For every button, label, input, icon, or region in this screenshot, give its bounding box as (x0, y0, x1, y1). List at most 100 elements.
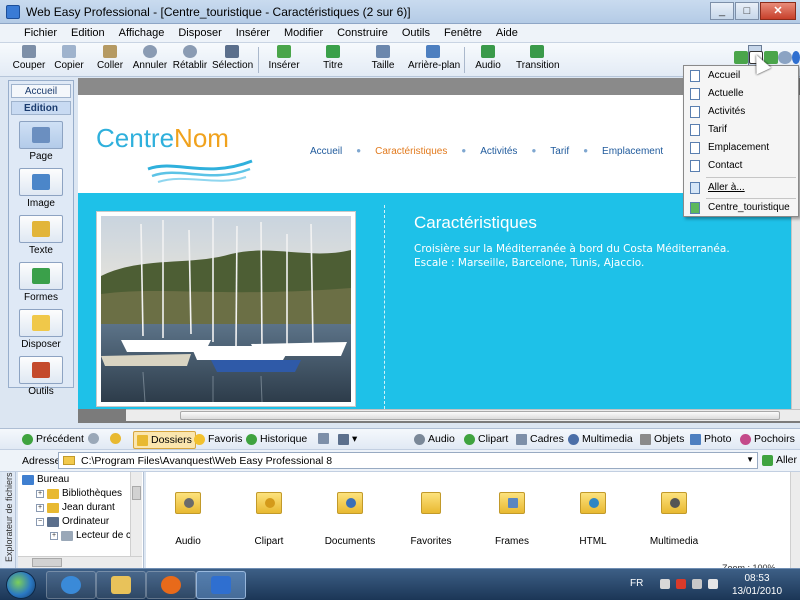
up-folder-button[interactable] (110, 433, 121, 444)
image-tool-button[interactable] (19, 168, 63, 196)
view-mode-button[interactable]: ▾ (338, 433, 357, 445)
selection-button[interactable]: Sélection (212, 45, 253, 75)
menu-modifier[interactable]: Modifier (277, 27, 330, 39)
objects-library-button[interactable]: Objets (640, 433, 684, 445)
redo-button[interactable]: Rétablir (172, 45, 208, 75)
menu-edition[interactable]: Edition (64, 27, 112, 39)
minimize-button[interactable]: _ (710, 2, 734, 20)
start-button[interactable] (6, 571, 36, 599)
content-title[interactable]: Caractéristiques (414, 213, 537, 233)
folder-item-audio[interactable]: Audio (148, 492, 228, 547)
menu-project[interactable]: Centre_touristique (684, 199, 798, 217)
menu-aide[interactable]: Aide (489, 27, 525, 39)
paste-button[interactable]: Coller (94, 45, 126, 75)
panel-item-page[interactable]: Page (9, 121, 73, 162)
transition-button[interactable]: Transition (516, 45, 560, 75)
menu-fichier[interactable]: Fichier (8, 27, 64, 39)
arrange-tool-button[interactable] (19, 309, 63, 337)
tab-accueil[interactable]: Accueil (11, 84, 71, 98)
chevron-down-icon[interactable]: ▼ (746, 455, 754, 464)
menu-affichage[interactable]: Affichage (112, 27, 172, 39)
folder-item-clipart[interactable]: Clipart (229, 492, 309, 547)
taskbar-explorer[interactable] (96, 571, 146, 599)
volume-icon[interactable] (708, 579, 718, 589)
action-center-icon[interactable] (676, 579, 686, 589)
taskbar-web-easy[interactable] (196, 571, 246, 599)
menu-page-accueil[interactable]: Accueil (684, 67, 798, 85)
tree-item-bureau[interactable]: Bureau (22, 474, 69, 485)
tools-tool-button[interactable] (19, 356, 63, 384)
language-indicator[interactable]: FR (630, 578, 643, 589)
collapse-icon[interactable]: − (36, 517, 44, 526)
expand-icon[interactable]: + (36, 503, 44, 512)
multimedia-library-button[interactable]: Multimedia (568, 433, 633, 445)
menu-page-actuelle[interactable]: Actuelle (684, 85, 798, 103)
nav-accueil[interactable]: Accueil (310, 146, 342, 157)
photo-frame[interactable] (96, 211, 356, 407)
site-logo[interactable]: CentreNom (96, 123, 229, 154)
nav-caracteristiques[interactable]: Caractéristiques (375, 146, 447, 157)
undo-button[interactable]: Annuler (132, 45, 168, 75)
tree-horizontal-scrollbar[interactable] (18, 556, 142, 568)
menu-fenetre[interactable]: Fenêtre (437, 27, 489, 39)
close-button[interactable]: ✕ (760, 2, 796, 20)
explorer-side-tab[interactable]: Explorateur de fichiers (2, 472, 16, 568)
tab-edition[interactable]: Edition (11, 101, 71, 115)
file-list-scrollbar[interactable] (790, 472, 800, 568)
system-clock[interactable]: 08:53 13/01/2010 (730, 572, 784, 598)
address-input[interactable]: C:\Program Files\Avanquest\Web Easy Prof… (58, 452, 758, 469)
title-button[interactable]: Titre (318, 45, 348, 75)
copy-button[interactable]: Copier (52, 45, 86, 75)
shapes-tool-button[interactable] (19, 262, 63, 290)
menu-goto[interactable]: Aller à... (684, 179, 798, 197)
nav-emplacement[interactable]: Emplacement (602, 146, 663, 157)
size-button[interactable]: Taille (366, 45, 400, 75)
folder-item-frames[interactable]: Frames (472, 492, 552, 547)
tree-item-lecteur[interactable]: + Lecteur de c (50, 530, 131, 541)
tree-item-ordinateur[interactable]: − Ordinateur (36, 516, 109, 527)
expand-icon[interactable]: + (36, 489, 44, 498)
scrollbar-thumb[interactable] (180, 411, 780, 420)
stencils-library-button[interactable]: Pochoirs (740, 433, 795, 445)
panel-item-arrange[interactable]: Disposer (9, 309, 73, 350)
nav-tarif[interactable]: Tarif (550, 146, 569, 157)
panel-item-shapes[interactable]: Formes (9, 262, 73, 303)
history-button[interactable]: Historique (246, 433, 307, 445)
taskbar-media-player[interactable] (146, 571, 196, 599)
folder-item-documents[interactable]: Documents (310, 492, 390, 547)
tree-vertical-scrollbar[interactable] (130, 472, 142, 556)
insert-button[interactable]: Insérer (266, 45, 302, 75)
page-tool-button[interactable] (19, 121, 63, 149)
menu-page-activites[interactable]: Activités (684, 103, 798, 121)
text-tool-button[interactable] (19, 215, 63, 243)
nav-activites[interactable]: Activités (480, 146, 517, 157)
panel-item-tools[interactable]: Outils (9, 356, 73, 397)
tree-item-bibliotheques[interactable]: + Bibliothèques (36, 488, 122, 499)
scrollbar-thumb[interactable] (132, 486, 141, 500)
audio-button[interactable]: Audio (472, 45, 504, 75)
folder-item-html[interactable]: HTML (553, 492, 633, 547)
expand-icon[interactable]: + (50, 531, 58, 540)
panel-item-text[interactable]: Texte (9, 215, 73, 256)
menu-inserer[interactable]: Insérer (229, 27, 277, 39)
menu-page-tarif[interactable]: Tarif (684, 121, 798, 139)
menu-construire[interactable]: Construire (330, 27, 395, 39)
go-button[interactable]: Aller (762, 454, 797, 466)
favorites-button[interactable]: Favoris (194, 433, 242, 445)
menu-outils[interactable]: Outils (395, 27, 437, 39)
back-button[interactable]: Précédent (22, 433, 84, 445)
taskbar-ie[interactable] (46, 571, 96, 599)
menu-page-contact[interactable]: Contact (684, 157, 798, 175)
audio-library-button[interactable]: Audio (414, 433, 455, 445)
network-icon[interactable] (692, 579, 702, 589)
photo-library-button[interactable]: Photo (690, 433, 731, 445)
scrollbar-thumb[interactable] (32, 558, 62, 567)
folders-button[interactable]: Dossiers (133, 431, 196, 449)
clipart-library-button[interactable]: Clipart (464, 433, 508, 445)
background-button[interactable]: Arrière-plan (408, 45, 460, 75)
view-options-button[interactable] (318, 433, 329, 444)
frames-library-button[interactable]: Cadres (516, 433, 564, 445)
panel-item-image[interactable]: Image (9, 168, 73, 209)
menu-disposer[interactable]: Disposer (171, 27, 228, 39)
canvas-horizontal-scrollbar[interactable] (126, 409, 800, 421)
